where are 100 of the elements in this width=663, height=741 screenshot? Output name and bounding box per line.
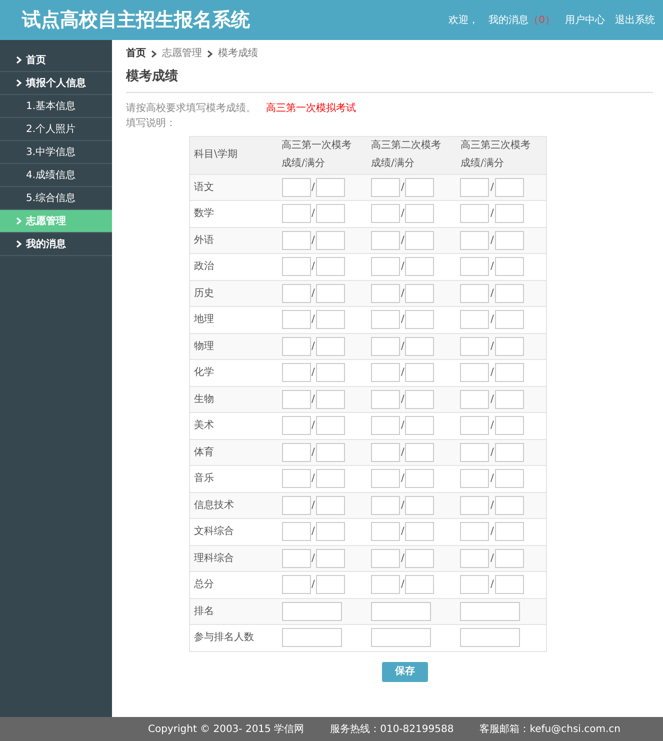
full-score-field[interactable]: [405, 442, 434, 462]
score-field[interactable]: [460, 336, 490, 356]
full-score-field[interactable]: [494, 230, 524, 250]
full-score-field[interactable]: [316, 416, 345, 436]
full-score-field[interactable]: [405, 310, 434, 330]
input-field[interactable]: [282, 628, 342, 648]
full-score-field[interactable]: [405, 230, 434, 250]
score-field[interactable]: [460, 284, 490, 303]
score-field[interactable]: [282, 442, 310, 462]
score-field[interactable]: [460, 442, 490, 462]
score-field[interactable]: [460, 257, 490, 276]
score-field[interactable]: [460, 548, 490, 568]
score-field[interactable]: [370, 363, 400, 382]
score-field[interactable]: [370, 310, 400, 330]
full-score-field[interactable]: [316, 257, 345, 276]
score-field[interactable]: [282, 469, 310, 488]
score-field[interactable]: [460, 310, 490, 330]
breadcrumb-item[interactable]: 首页: [126, 46, 146, 61]
full-score-field[interactable]: [405, 496, 434, 515]
full-score-field[interactable]: [316, 469, 345, 488]
full-score-field[interactable]: [405, 575, 434, 594]
full-score-field[interactable]: [494, 204, 524, 224]
score-field[interactable]: [282, 310, 310, 330]
sidebar-subitem[interactable]: 3.中学信息: [0, 141, 112, 164]
full-score-field[interactable]: [316, 548, 345, 568]
score-field[interactable]: [460, 522, 490, 542]
full-score-field[interactable]: [316, 336, 345, 356]
score-field[interactable]: [460, 469, 490, 488]
full-score-field[interactable]: [494, 548, 524, 568]
full-score-field[interactable]: [494, 416, 524, 436]
score-field[interactable]: [370, 178, 400, 197]
full-score-field[interactable]: [494, 178, 524, 197]
full-score-field[interactable]: [316, 230, 345, 250]
full-score-field[interactable]: [316, 178, 345, 197]
score-field[interactable]: [282, 257, 310, 276]
score-field[interactable]: [282, 575, 310, 594]
full-score-field[interactable]: [494, 522, 524, 542]
score-field[interactable]: [282, 363, 310, 382]
score-field[interactable]: [460, 496, 490, 515]
sidebar-subitem[interactable]: 2.个人照片: [0, 118, 112, 141]
score-field[interactable]: [282, 390, 310, 409]
full-score-field[interactable]: [494, 284, 524, 303]
score-field[interactable]: [370, 442, 400, 462]
sidebar-item[interactable]: 填报个人信息: [0, 72, 112, 95]
full-score-field[interactable]: [494, 442, 524, 462]
score-field[interactable]: [282, 336, 310, 356]
full-score-field[interactable]: [405, 469, 434, 488]
full-score-field[interactable]: [494, 496, 524, 515]
full-score-field[interactable]: [494, 363, 524, 382]
full-score-field[interactable]: [316, 442, 345, 462]
full-score-field[interactable]: [316, 310, 345, 330]
score-field[interactable]: [460, 363, 490, 382]
score-field[interactable]: [282, 178, 310, 197]
score-field[interactable]: [460, 204, 490, 224]
score-field[interactable]: [282, 230, 310, 250]
full-score-field[interactable]: [405, 257, 434, 276]
score-field[interactable]: [370, 575, 400, 594]
input-field[interactable]: [460, 602, 520, 621]
full-score-field[interactable]: [494, 469, 524, 488]
full-score-field[interactable]: [316, 522, 345, 542]
sidebar-subitem[interactable]: 1.基本信息: [0, 95, 112, 118]
score-field[interactable]: [370, 496, 400, 515]
score-field[interactable]: [282, 284, 310, 303]
score-field[interactable]: [282, 204, 310, 224]
score-field[interactable]: [370, 416, 400, 436]
full-score-field[interactable]: [494, 575, 524, 594]
sidebar-item[interactable]: 首页: [0, 49, 112, 72]
score-field[interactable]: [460, 416, 490, 436]
full-score-field[interactable]: [316, 575, 345, 594]
score-field[interactable]: [370, 230, 400, 250]
score-field[interactable]: [370, 204, 400, 224]
score-field[interactable]: [460, 230, 490, 250]
full-score-field[interactable]: [405, 178, 434, 197]
full-score-field[interactable]: [405, 204, 434, 224]
full-score-field[interactable]: [316, 363, 345, 382]
input-field[interactable]: [282, 602, 342, 621]
score-field[interactable]: [370, 469, 400, 488]
full-score-field[interactable]: [316, 204, 345, 224]
score-field[interactable]: [460, 575, 490, 594]
full-score-field[interactable]: [494, 390, 524, 409]
score-field[interactable]: [370, 257, 400, 276]
input-field[interactable]: [370, 602, 431, 621]
full-score-field[interactable]: [494, 336, 524, 356]
full-score-field[interactable]: [405, 336, 434, 356]
input-field[interactable]: [460, 628, 520, 648]
full-score-field[interactable]: [316, 284, 345, 303]
score-field[interactable]: [460, 178, 490, 197]
sidebar-subitem[interactable]: 4.成绩信息: [0, 164, 112, 187]
full-score-field[interactable]: [405, 284, 434, 303]
score-field[interactable]: [282, 522, 310, 542]
score-field[interactable]: [370, 336, 400, 356]
full-score-field[interactable]: [405, 363, 434, 382]
score-field[interactable]: [460, 390, 490, 409]
score-field[interactable]: [370, 284, 400, 303]
full-score-field[interactable]: [316, 390, 345, 409]
score-field[interactable]: [370, 522, 400, 542]
input-field[interactable]: [370, 628, 431, 648]
score-field[interactable]: [370, 390, 400, 409]
score-field[interactable]: [370, 548, 400, 568]
score-field[interactable]: [282, 496, 310, 515]
